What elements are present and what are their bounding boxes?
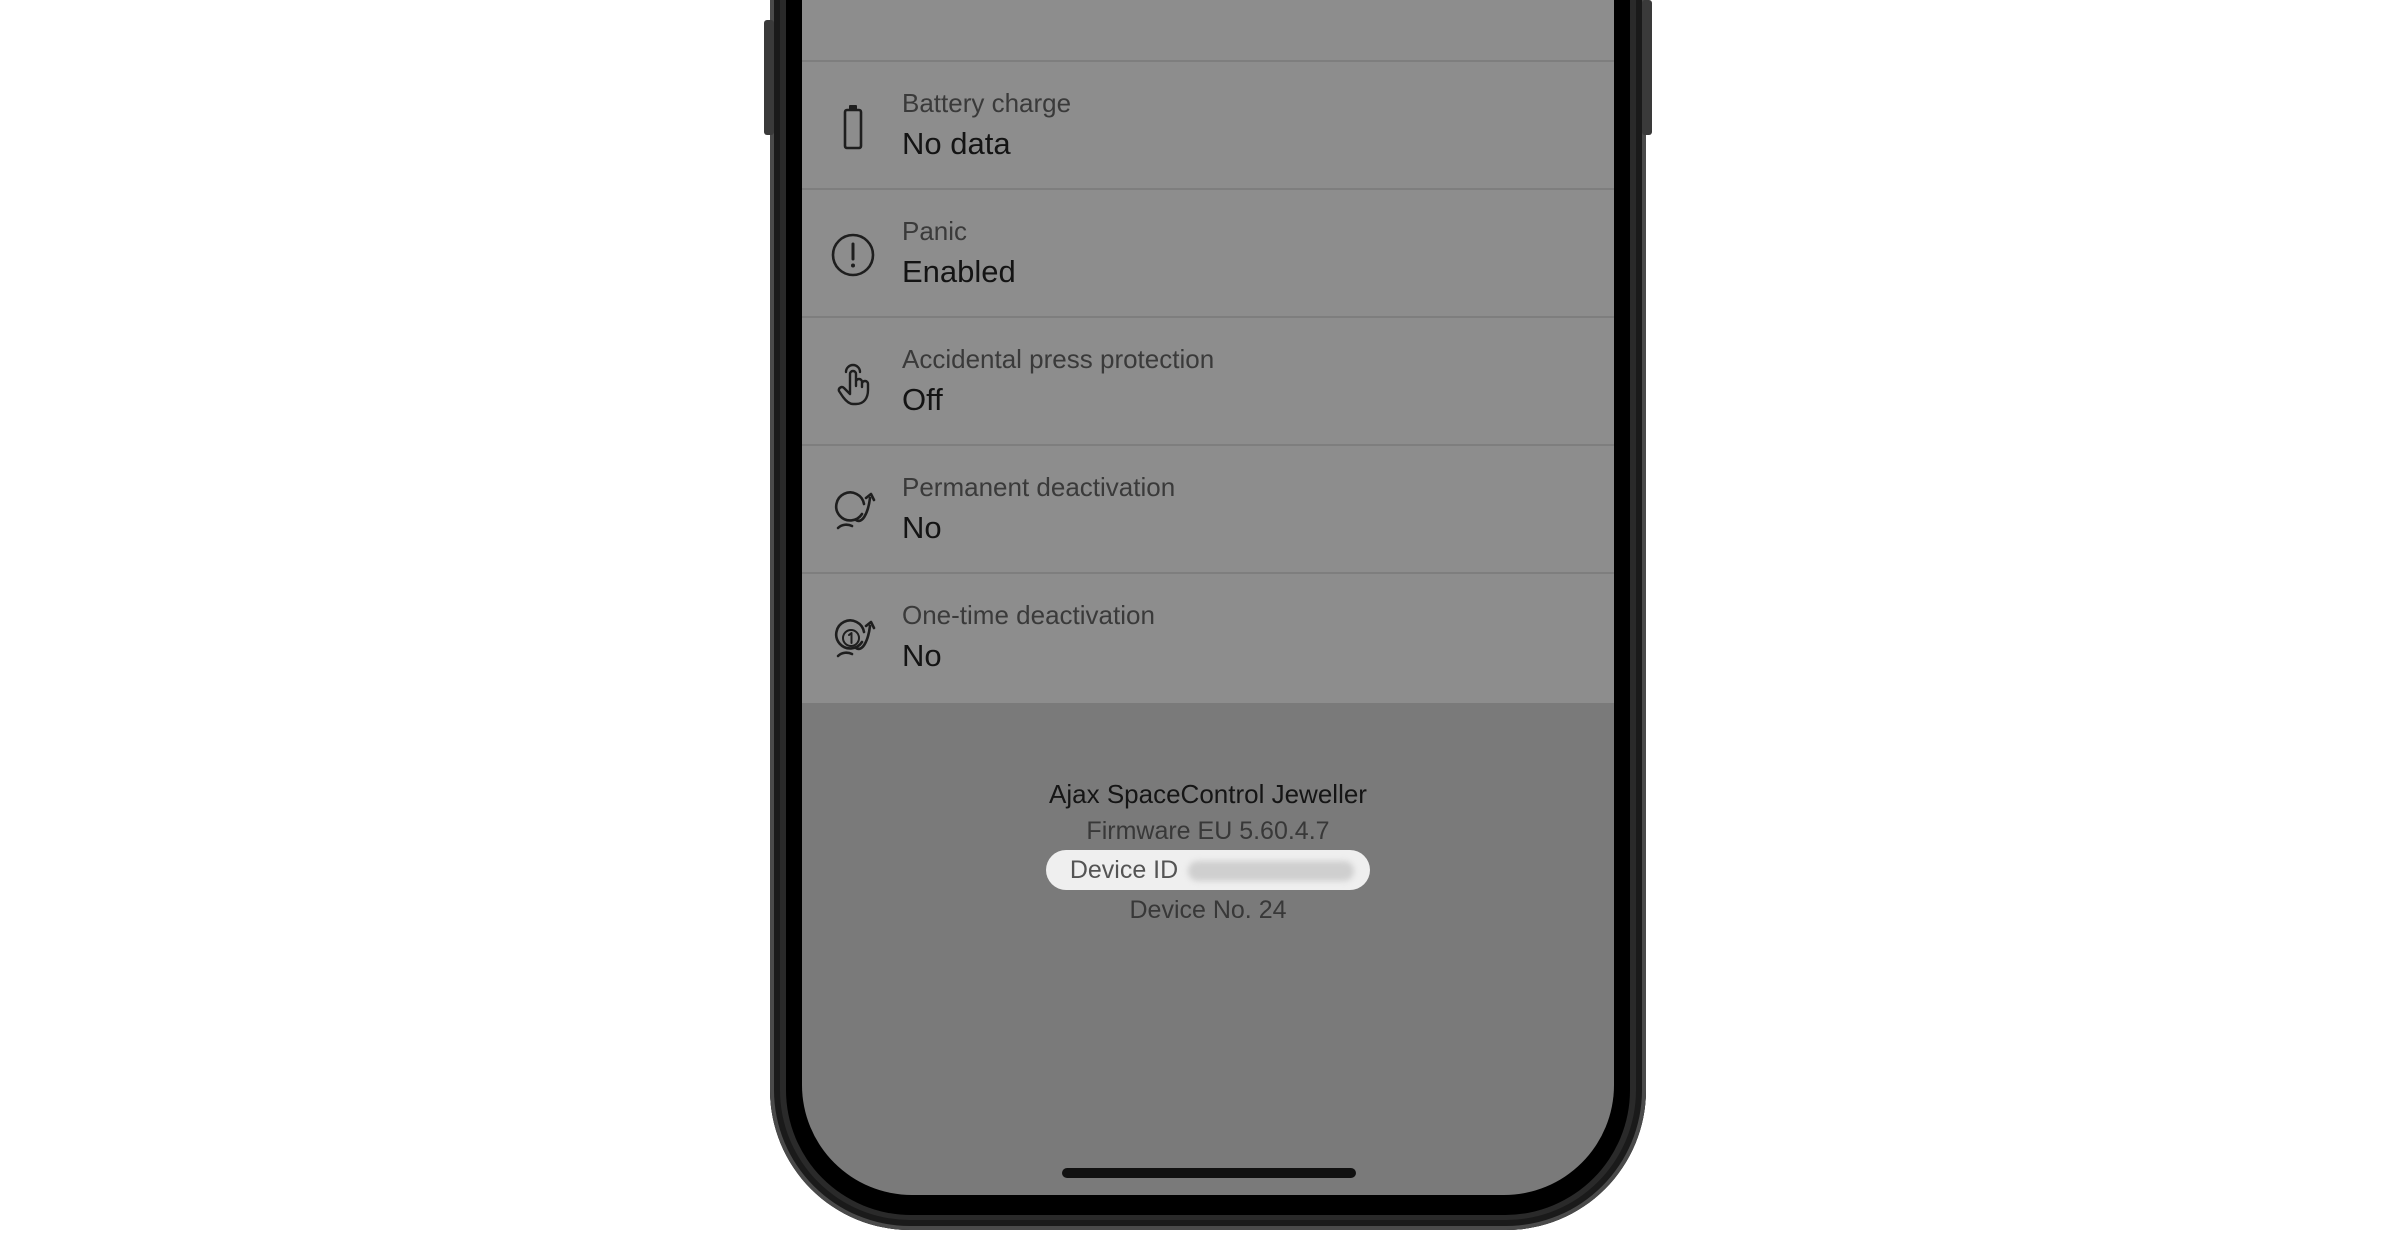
one-time-deactivation-icon — [826, 612, 880, 666]
setting-value: No — [902, 638, 942, 673]
panic-exclamation-icon — [826, 228, 880, 282]
phone-side-button — [764, 20, 774, 135]
setting-value: Enabled — [902, 254, 1016, 289]
stage: Battery charge No data Panic Enabled Acc… — [0, 0, 2400, 1260]
setting-label: Battery charge — [902, 88, 1072, 118]
setting-value: No data — [902, 126, 1011, 161]
device-model: Ajax SpaceControl Jeweller — [1049, 779, 1367, 809]
device-id-redacted — [1188, 861, 1355, 882]
phone-power-button — [1642, 0, 1652, 135]
setting-label: Panic — [902, 216, 968, 246]
setting-value: Off — [902, 382, 943, 417]
setting-label: Accidental press protection — [902, 344, 1215, 374]
setting-value: No — [902, 510, 942, 545]
setting-label: Permanent deactivation — [902, 472, 1176, 502]
battery-icon — [826, 100, 880, 154]
setting-row-one-time-deactivation[interactable]: One-time deactivation No — [802, 572, 1614, 700]
setting-row-battery-charge[interactable]: Battery charge No data — [802, 60, 1614, 188]
device-number: Device No. 24 — [1129, 896, 1287, 924]
setting-row-accidental-press-protection[interactable]: Accidental press protection Off — [802, 316, 1614, 444]
firmware-version: Firmware EU 5.60.4.7 — [1086, 817, 1330, 845]
home-indicator[interactable] — [1062, 1168, 1356, 1178]
press-hand-icon — [826, 356, 880, 410]
device-id-badge[interactable]: Device ID — [1045, 850, 1371, 890]
permanent-deactivation-icon — [826, 484, 880, 538]
setting-label: One-time deactivation — [902, 600, 1155, 630]
device-info: Ajax SpaceControl Jeweller Firmware EU 5… — [802, 776, 1614, 929]
device-id-label: Device ID — [1069, 856, 1179, 884]
setting-row-permanent-deactivation[interactable]: Permanent deactivation No — [802, 444, 1614, 572]
setting-row-panic[interactable]: Panic Enabled — [802, 188, 1614, 316]
settings-list: Battery charge No data Panic Enabled Acc… — [802, 0, 1614, 703]
phone-screen: Battery charge No data Panic Enabled Acc… — [802, 0, 1614, 1195]
device-id-row: Device ID — [802, 850, 1614, 892]
